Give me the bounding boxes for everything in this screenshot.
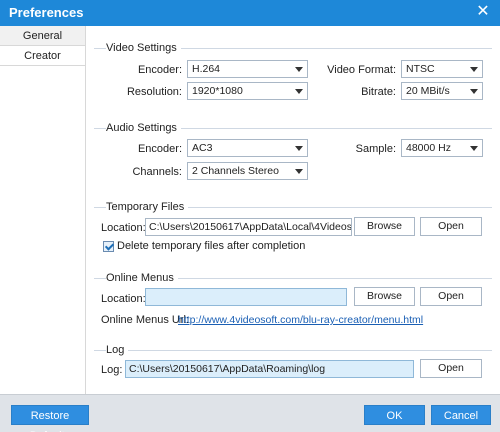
close-icon[interactable]: ✕ (474, 3, 492, 21)
cancel-button[interactable]: Cancel (431, 405, 491, 425)
bitrate-label: Bitrate: (361, 86, 396, 98)
chevron-down-icon (295, 146, 303, 151)
title-bar: Preferences ✕ (0, 0, 500, 26)
channels-value: 2 Channels Stereo (192, 165, 279, 177)
log-label: Log: (101, 364, 123, 376)
video-encoder-select[interactable]: H.264 (187, 60, 308, 78)
log-path-field[interactable]: C:\Users\20150617\AppData\Roaming\log (125, 360, 414, 378)
channels-label: Channels: (132, 166, 182, 178)
audio-settings-title: Audio Settings (106, 122, 181, 134)
menus-url-link[interactable]: http://www.4videosoft.com/blu-ray-creato… (178, 314, 423, 326)
ok-button[interactable]: OK (364, 405, 425, 425)
restore-defaults-button[interactable]: Restore Defaults (11, 405, 89, 432)
video-encoder-value: H.264 (192, 63, 221, 75)
temp-open-button[interactable]: Open (420, 217, 482, 236)
menus-browse-button[interactable]: Browse (354, 287, 415, 306)
menus-url-label: Online Menus Url: (101, 314, 190, 326)
resolution-label: Resolution: (126, 86, 182, 98)
footer-bar: Restore Defaults OK Cancel (0, 394, 500, 432)
bitrate-select[interactable]: 20 MBit/s (401, 82, 483, 100)
log-open-button[interactable]: Open (420, 359, 482, 378)
chevron-down-icon (470, 89, 478, 94)
sidebar-item-general[interactable]: General (0, 26, 85, 46)
temp-location-label: Location: (101, 222, 146, 234)
audio-encoder-value: AC3 (192, 142, 213, 154)
menus-open-button[interactable]: Open (420, 287, 482, 306)
video-format-value: NTSC (406, 63, 435, 75)
sidebar-item-creator[interactable]: Creator (0, 46, 85, 66)
online-menus-title: Online Menus (106, 272, 178, 284)
audio-encoder-select[interactable]: AC3 (187, 139, 308, 157)
resolution-select[interactable]: 1920*1080 (187, 82, 308, 100)
video-settings-title: Video Settings (106, 42, 181, 54)
log-title: Log (106, 344, 129, 356)
delete-temp-checkbox[interactable] (103, 241, 114, 252)
delete-temp-label: Delete temporary files after completion (117, 240, 306, 252)
resolution-value: 1920*1080 (192, 85, 243, 97)
chevron-down-icon (295, 169, 303, 174)
chevron-down-icon (470, 146, 478, 151)
temp-location-field[interactable]: C:\Users\20150617\AppData\Local\4Videoso… (145, 218, 352, 236)
audio-encoder-label: Encoder: (137, 143, 182, 155)
video-encoder-label: Encoder: (137, 64, 182, 76)
sample-label: Sample: (355, 143, 396, 155)
menus-location-field[interactable] (145, 288, 347, 306)
settings-panel: Video Settings Encoder: H.264 Video Form… (86, 26, 500, 394)
temporary-files-title: Temporary Files (106, 201, 189, 213)
sidebar: General Creator (0, 26, 86, 394)
chevron-down-icon (295, 89, 303, 94)
sample-select[interactable]: 48000 Hz (401, 139, 483, 157)
video-format-select[interactable]: NTSC (401, 60, 483, 78)
channels-select[interactable]: 2 Channels Stereo (187, 162, 308, 180)
video-format-label: Video Format: (327, 64, 396, 76)
window-title: Preferences (9, 5, 84, 20)
sample-value: 48000 Hz (406, 142, 451, 154)
menus-location-label: Location: (101, 293, 146, 305)
bitrate-value: 20 MBit/s (406, 85, 450, 97)
section-divider (94, 350, 492, 351)
chevron-down-icon (295, 67, 303, 72)
chevron-down-icon (470, 67, 478, 72)
temp-browse-button[interactable]: Browse (354, 217, 415, 236)
